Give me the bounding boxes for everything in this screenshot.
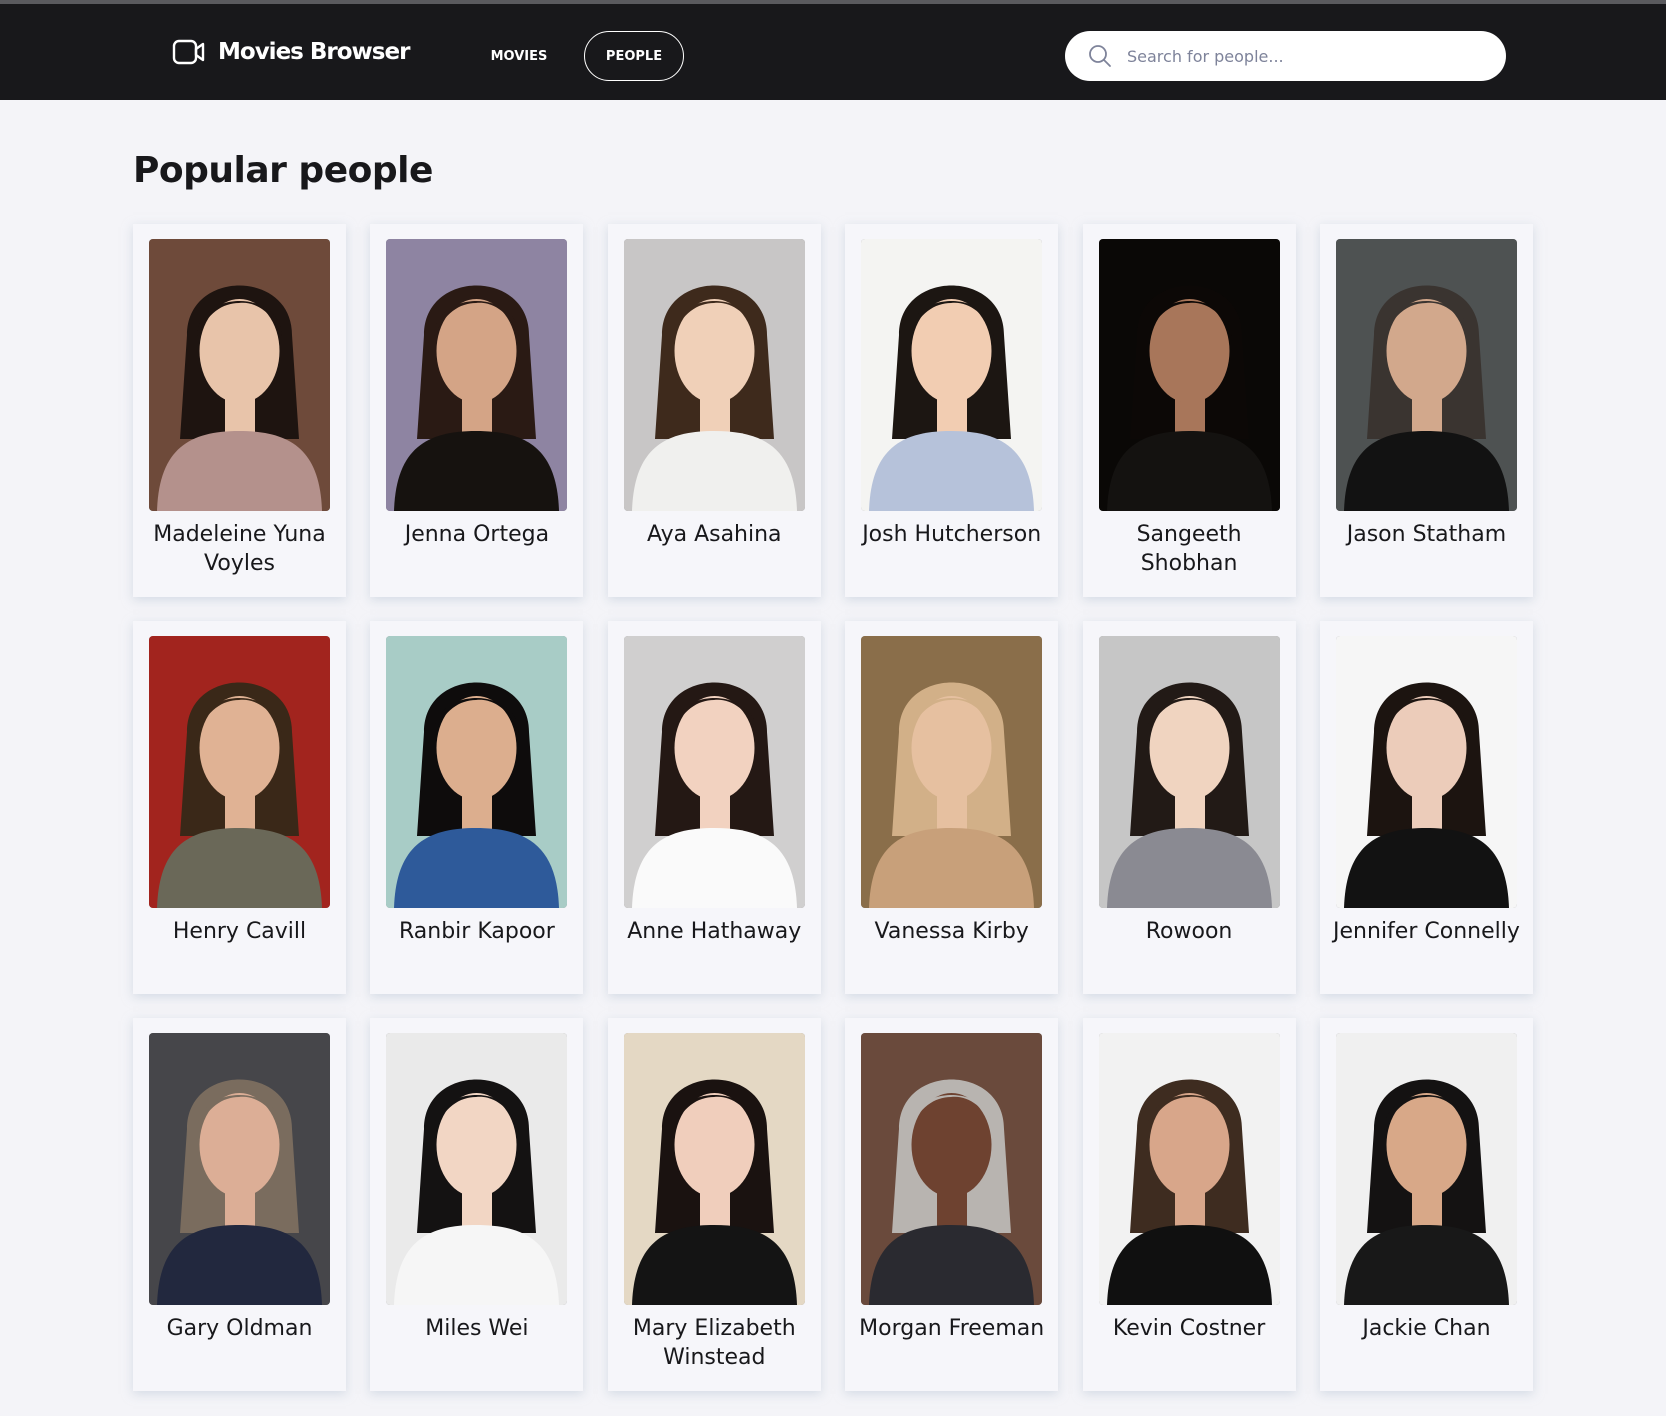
top-navigation-bar: Movies Browser MOVIES PEOPLE xyxy=(0,4,1666,100)
person-name: Henry Cavill xyxy=(172,919,307,944)
person-photo xyxy=(1098,239,1280,511)
person-photo xyxy=(149,239,330,511)
person-card[interactable]: Henry Cavill xyxy=(133,621,346,994)
person-name: Aya Asahina xyxy=(647,522,782,547)
person-photo xyxy=(1335,1033,1517,1305)
person-card[interactable]: Madeleine Yuna Voyles xyxy=(133,224,346,597)
nav-people-tab[interactable]: PEOPLE xyxy=(584,31,684,81)
person-name: Jenna Ortega xyxy=(404,522,550,547)
person-card[interactable]: Vanessa Kirby xyxy=(845,621,1059,994)
person-card[interactable]: Jackie Chan xyxy=(1319,1018,1533,1391)
person-photo xyxy=(386,636,568,908)
person-card[interactable]: Rowoon xyxy=(1082,621,1296,994)
person-card[interactable]: Kevin Costner xyxy=(1082,1018,1296,1391)
person-photo xyxy=(1098,636,1280,908)
video-camera-icon xyxy=(172,39,206,65)
person-card[interactable]: Jason Statham xyxy=(1319,224,1533,597)
person-card[interactable]: Sangeeth Shobhan xyxy=(1082,224,1296,597)
person-name: Jason Statham xyxy=(1346,522,1507,547)
person-name: Gary Oldman xyxy=(166,1316,313,1341)
person-card[interactable]: Ranbir Kapoor xyxy=(370,621,584,994)
person-name: Jennifer Connelly xyxy=(1333,919,1520,944)
person-photo xyxy=(1098,1033,1280,1305)
person-card[interactable]: Aya Asahina xyxy=(607,224,821,597)
person-photo xyxy=(623,1033,805,1305)
person-name: Madeleine Yuna Voyles xyxy=(153,522,326,576)
brand-title: Movies Browser xyxy=(218,39,410,65)
person-card[interactable]: Jennifer Connelly xyxy=(1319,621,1533,994)
person-card[interactable]: Josh Hutcherson xyxy=(845,224,1059,597)
search-icon xyxy=(1087,43,1113,69)
person-name: Ranbir Kapoor xyxy=(398,919,555,944)
person-name: Sangeeth Shobhan xyxy=(1136,522,1242,576)
person-card[interactable]: Mary Elizabeth Winstead xyxy=(607,1018,821,1391)
person-name: Rowoon xyxy=(1145,919,1233,944)
brand-logo-link[interactable]: Movies Browser xyxy=(172,34,410,70)
person-photo xyxy=(149,1033,330,1305)
person-card[interactable]: Miles Wei xyxy=(370,1018,584,1391)
nav-movies-tab[interactable]: MOVIES xyxy=(468,31,570,81)
person-name: Josh Hutcherson xyxy=(862,522,1042,547)
person-photo xyxy=(386,239,568,511)
search-input[interactable] xyxy=(1125,45,1489,67)
person-photo xyxy=(1335,239,1517,511)
person-photo xyxy=(623,239,805,511)
person-card[interactable]: Morgan Freeman xyxy=(845,1018,1059,1391)
people-grid: Madeleine Yuna Voyles Jenna Ortega Aya Asa… xyxy=(133,224,1533,1391)
person-photo xyxy=(1335,636,1517,908)
person-name: Morgan Freeman xyxy=(859,1316,1045,1341)
person-photo xyxy=(623,636,805,908)
page-title: Popular people xyxy=(133,150,433,191)
person-card[interactable]: Jenna Ortega xyxy=(370,224,584,597)
person-photo xyxy=(861,239,1043,511)
person-name: Jackie Chan xyxy=(1362,1316,1491,1341)
person-name: Miles Wei xyxy=(425,1316,529,1341)
person-photo xyxy=(149,636,330,908)
person-card[interactable]: Anne Hathaway xyxy=(607,621,821,994)
person-photo xyxy=(861,636,1043,908)
person-name: Kevin Costner xyxy=(1112,1316,1266,1341)
person-photo xyxy=(861,1033,1043,1305)
person-photo xyxy=(386,1033,568,1305)
person-name: Mary Elizabeth Winstead xyxy=(632,1316,796,1370)
search-bar[interactable] xyxy=(1065,31,1506,81)
person-name: Vanessa Kirby xyxy=(874,919,1029,944)
person-name: Anne Hathaway xyxy=(627,919,802,944)
person-card[interactable]: Gary Oldman xyxy=(133,1018,346,1391)
